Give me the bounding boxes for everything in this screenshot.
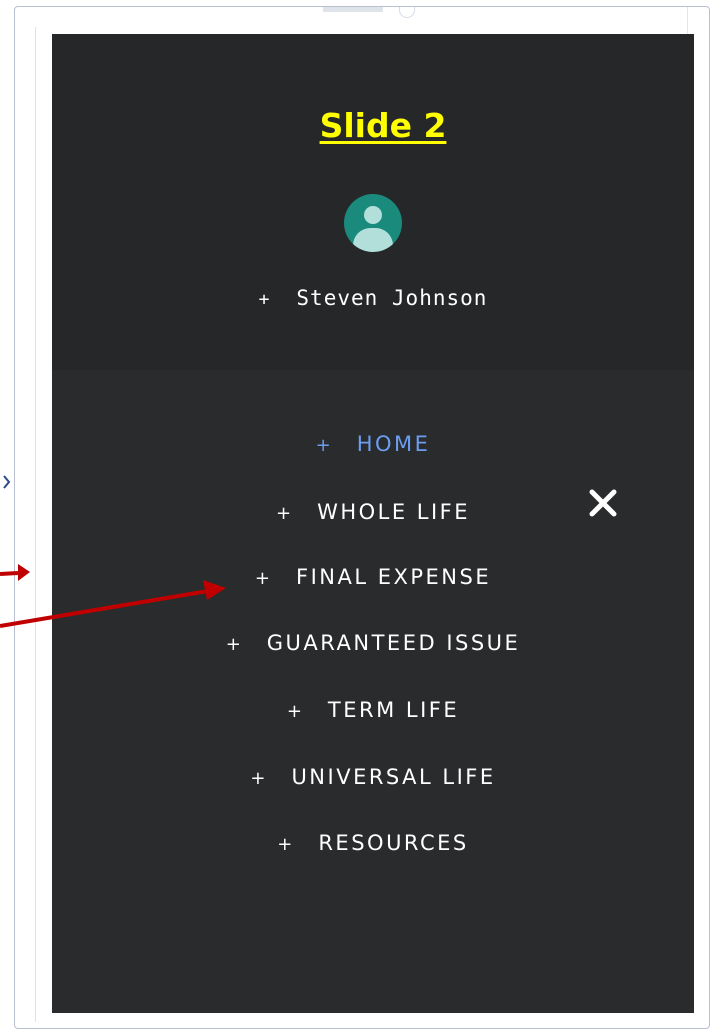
nav-menu-panel: Slide 2 + Steven Johnson + HOME + WHOLE LIF… <box>52 34 694 1013</box>
menu-item-term-life[interactable]: + TERM LIFE <box>52 698 694 722</box>
blue-arrow-tip-icon <box>3 475 11 489</box>
menu-item-resources[interactable]: + RESOURCES <box>52 831 694 855</box>
frame-left-edge <box>35 27 42 1022</box>
menu-item-home[interactable]: + HOME <box>52 432 694 456</box>
frame-notch <box>399 7 415 18</box>
menu-item-label: WHOLE LIFE <box>317 500 471 524</box>
avatar-body <box>353 228 393 252</box>
plus-icon: + <box>286 701 302 722</box>
menu-item-universal-life[interactable]: + UNIVERSAL LIFE <box>52 765 694 789</box>
user-name: Steven Johnson <box>296 286 488 310</box>
menu-header: Slide 2 + Steven Johnson <box>52 34 694 370</box>
plus-icon: + <box>254 568 270 589</box>
avatar-head <box>364 206 382 224</box>
plus-icon: + <box>258 289 271 310</box>
plus-icon: + <box>275 503 292 524</box>
menu-item-label: UNIVERSAL LIFE <box>291 765 496 789</box>
menu-item-final-expense[interactable]: + FINAL EXPENSE <box>52 565 694 589</box>
menu-item-label: RESOURCES <box>318 831 469 855</box>
menu-item-label: GUARANTEED ISSUE <box>266 631 521 655</box>
menu-item-label: TERM LIFE <box>327 698 460 722</box>
menu-item-label: HOME <box>356 432 431 456</box>
slide-title: Slide 2 <box>319 106 447 145</box>
plus-icon: + <box>277 834 293 855</box>
plus-icon: + <box>250 768 266 789</box>
user-menu-item[interactable]: + Steven Johnson <box>52 286 694 310</box>
menu-item-guaranteed-issue[interactable]: + GUARANTEED ISSUE <box>52 631 694 655</box>
close-icon <box>589 489 617 517</box>
user-avatar-icon[interactable] <box>344 194 402 252</box>
close-button[interactable] <box>586 486 620 520</box>
plus-icon: + <box>225 634 241 655</box>
frame-tab <box>323 7 383 12</box>
menu-item-label: FINAL EXPENSE <box>295 565 492 589</box>
frame-right-edge <box>687 7 698 37</box>
screenshot-stage: Slide 2 + Steven Johnson + HOME + WHOLE LIF… <box>0 0 723 1031</box>
plus-icon: + <box>315 435 331 456</box>
